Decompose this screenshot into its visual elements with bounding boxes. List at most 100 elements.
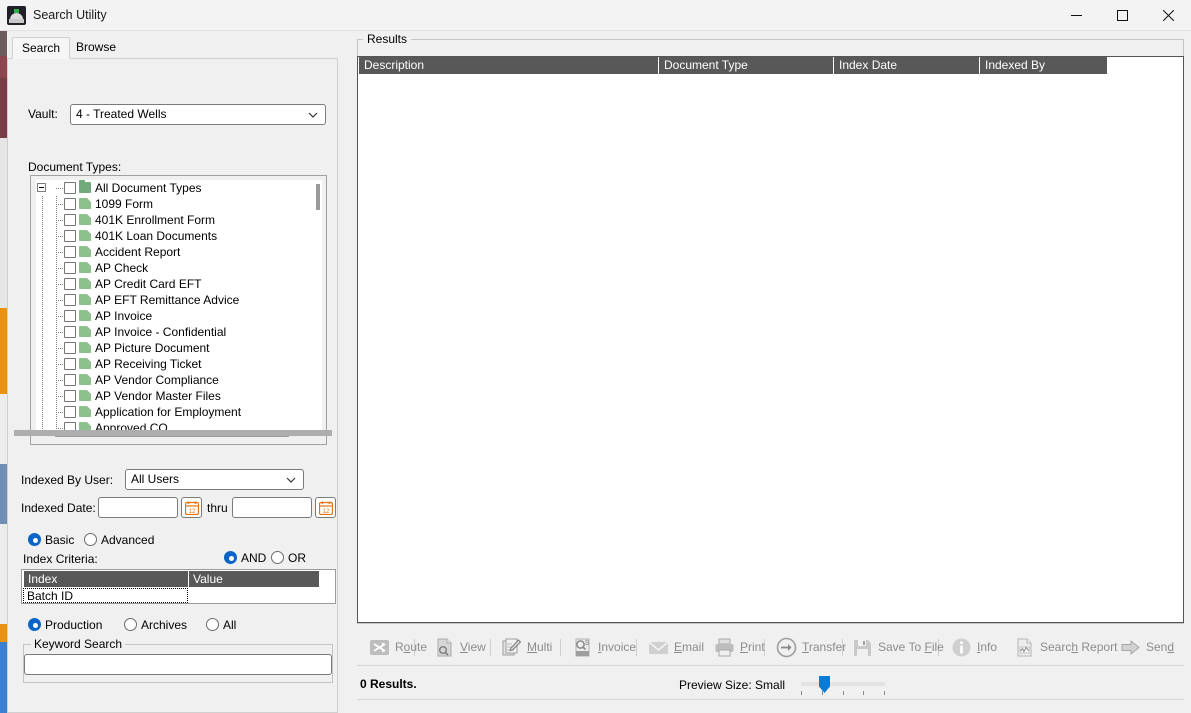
index-criteria-row[interactable]: Batch ID bbox=[23, 588, 319, 603]
tree-checkbox[interactable] bbox=[64, 246, 76, 258]
radio-basic[interactable]: Basic bbox=[28, 533, 74, 547]
tree-node[interactable]: 401K Loan Documents bbox=[36, 228, 319, 244]
radio-and[interactable]: AND bbox=[224, 551, 266, 565]
tree-node-label: Approved CO bbox=[95, 421, 168, 430]
vault-select[interactable]: 4 - Treated Wells bbox=[70, 104, 326, 125]
radio-all[interactable]: All bbox=[206, 618, 236, 632]
chevron-down-icon bbox=[308, 105, 318, 124]
tree-node[interactable]: AP Check bbox=[36, 260, 319, 276]
tree-checkbox[interactable] bbox=[64, 342, 76, 354]
slider-track[interactable] bbox=[801, 682, 885, 686]
column-header-value[interactable]: Value bbox=[188, 571, 319, 587]
document-types-tree-list[interactable]: All Document Types 1099 Form 401K Enrollme… bbox=[36, 180, 319, 430]
radio-or[interactable]: OR bbox=[271, 551, 306, 565]
tree-checkbox[interactable] bbox=[64, 262, 76, 274]
toolbar-invoice-button[interactable]: $ Invoice bbox=[572, 635, 636, 659]
toolbar-send-button[interactable]: Send bbox=[1120, 635, 1174, 659]
tree-line bbox=[36, 292, 50, 308]
tree-node[interactable]: AP Vendor Compliance bbox=[36, 372, 319, 388]
column-header-indexed-by[interactable]: Indexed By bbox=[979, 57, 1107, 74]
toolbar-transfer-button[interactable]: Transfer bbox=[776, 635, 846, 659]
indexed-date-to-calendar-button[interactable]: 12 bbox=[315, 497, 336, 518]
tree-checkbox[interactable] bbox=[64, 310, 76, 322]
column-header-index-date[interactable]: Index Date bbox=[833, 57, 979, 74]
indexed-date-to-input[interactable] bbox=[232, 497, 312, 518]
close-button[interactable] bbox=[1145, 0, 1191, 31]
indexed-by-user-select[interactable]: All Users bbox=[125, 469, 304, 490]
column-header-document-type[interactable]: Document Type bbox=[658, 57, 833, 74]
radio-production[interactable]: Production bbox=[28, 618, 102, 632]
tree-node[interactable]: AP Picture Document bbox=[36, 340, 319, 356]
tree-node[interactable]: Approved CO bbox=[36, 420, 319, 430]
panel-splitter[interactable] bbox=[14, 430, 332, 436]
tree-node-label: AP Invoice bbox=[95, 309, 153, 323]
preview-size-slider[interactable] bbox=[801, 676, 885, 696]
tree-checkbox[interactable] bbox=[64, 406, 76, 418]
maximize-button[interactable] bbox=[1099, 0, 1145, 31]
toolbar-info-button[interactable]: Info bbox=[951, 635, 997, 659]
radio-advanced[interactable]: Advanced bbox=[84, 533, 154, 547]
tree-line bbox=[36, 372, 50, 388]
index-criteria-grid-header: Index Value bbox=[23, 571, 319, 587]
toolbar-print-label: Print bbox=[740, 640, 765, 654]
collapse-icon[interactable] bbox=[37, 183, 46, 192]
tree-node[interactable]: 401K Enrollment Form bbox=[36, 212, 319, 228]
tree-node[interactable]: Accident Report bbox=[36, 244, 319, 260]
printer-icon bbox=[714, 637, 735, 658]
toolbar-save-to-file-button[interactable]: Save To File bbox=[852, 635, 944, 659]
cell-index[interactable]: Batch ID bbox=[23, 588, 188, 603]
toolbar-route-button[interactable]: Route bbox=[369, 635, 427, 659]
toolbar-search-report-button[interactable]: Search Report bbox=[1014, 635, 1117, 659]
tree-node[interactable]: AP EFT Remittance Advice bbox=[36, 292, 319, 308]
search-tab-content: Vault: 4 - Treated Wells Document Types:… bbox=[7, 59, 338, 713]
cell-value[interactable] bbox=[188, 588, 319, 603]
toolbar-multi-button[interactable]: Multi bbox=[501, 635, 552, 659]
tree-node[interactable]: AP Credit Card EFT bbox=[36, 276, 319, 292]
toolbar-print-button[interactable]: Print bbox=[714, 635, 765, 659]
results-list[interactable]: Description Document Type Index Date Ind… bbox=[357, 56, 1184, 623]
indexed-date-from-calendar-button[interactable]: 12 bbox=[181, 497, 202, 518]
tree-expander-cell[interactable] bbox=[36, 180, 50, 196]
tree-checkbox[interactable] bbox=[64, 326, 76, 338]
tree-node-all-document-types[interactable]: All Document Types bbox=[36, 180, 319, 196]
tree-checkbox[interactable] bbox=[64, 214, 76, 226]
tree-checkbox[interactable] bbox=[64, 374, 76, 386]
tree-node[interactable]: Application for Employment bbox=[36, 404, 319, 420]
toolbar-view-button[interactable]: View bbox=[434, 635, 486, 659]
minimize-button[interactable] bbox=[1053, 0, 1099, 31]
tree-node[interactable]: AP Vendor Master Files bbox=[36, 388, 319, 404]
tree-line bbox=[50, 292, 64, 308]
tree-checkbox[interactable] bbox=[64, 182, 76, 194]
tree-line bbox=[50, 404, 64, 420]
tree-checkbox[interactable] bbox=[64, 230, 76, 242]
tab-search[interactable]: Search bbox=[12, 37, 71, 59]
index-criteria-grid[interactable]: Index Value Batch ID bbox=[21, 569, 336, 604]
keyword-search-input[interactable] bbox=[24, 654, 332, 675]
toolbar-email-button[interactable]: Email bbox=[648, 635, 704, 659]
tree-node[interactable]: 1099 Form bbox=[36, 196, 319, 212]
tree-node[interactable]: AP Invoice bbox=[36, 308, 319, 324]
radio-archives[interactable]: Archives bbox=[124, 618, 187, 632]
tree-line bbox=[36, 308, 50, 324]
indexed-date-thru-label: thru bbox=[207, 501, 228, 515]
toolbar-invoice-label: Invoice bbox=[598, 640, 637, 654]
tree-checkbox[interactable] bbox=[64, 294, 76, 306]
column-header-description[interactable]: Description bbox=[358, 57, 658, 74]
document-icon bbox=[79, 342, 91, 353]
search-utility-window: Search Utility Search Browse Vault: 4 - … bbox=[0, 0, 1191, 713]
tree-checkbox[interactable] bbox=[64, 278, 76, 290]
indexed-date-from-input[interactable] bbox=[98, 497, 178, 518]
tree-node[interactable]: AP Invoice - Confidential bbox=[36, 324, 319, 340]
tree-checkbox[interactable] bbox=[64, 358, 76, 370]
tree-checkbox[interactable] bbox=[64, 422, 76, 430]
tree-checkbox[interactable] bbox=[64, 198, 76, 210]
tree-checkbox[interactable] bbox=[64, 390, 76, 402]
tree-vertical-scrollbar-thumb[interactable] bbox=[316, 184, 320, 210]
tree-node[interactable]: AP Receiving Ticket bbox=[36, 356, 319, 372]
right-arrow-icon bbox=[1120, 637, 1141, 658]
column-header-index[interactable]: Index bbox=[23, 571, 188, 587]
document-types-tree[interactable]: All Document Types 1099 Form 401K Enrollme… bbox=[30, 175, 327, 445]
tree-vertical-scrollbar[interactable] bbox=[313, 180, 322, 430]
tab-browse[interactable]: Browse bbox=[67, 37, 125, 59]
document-icon bbox=[79, 214, 91, 225]
